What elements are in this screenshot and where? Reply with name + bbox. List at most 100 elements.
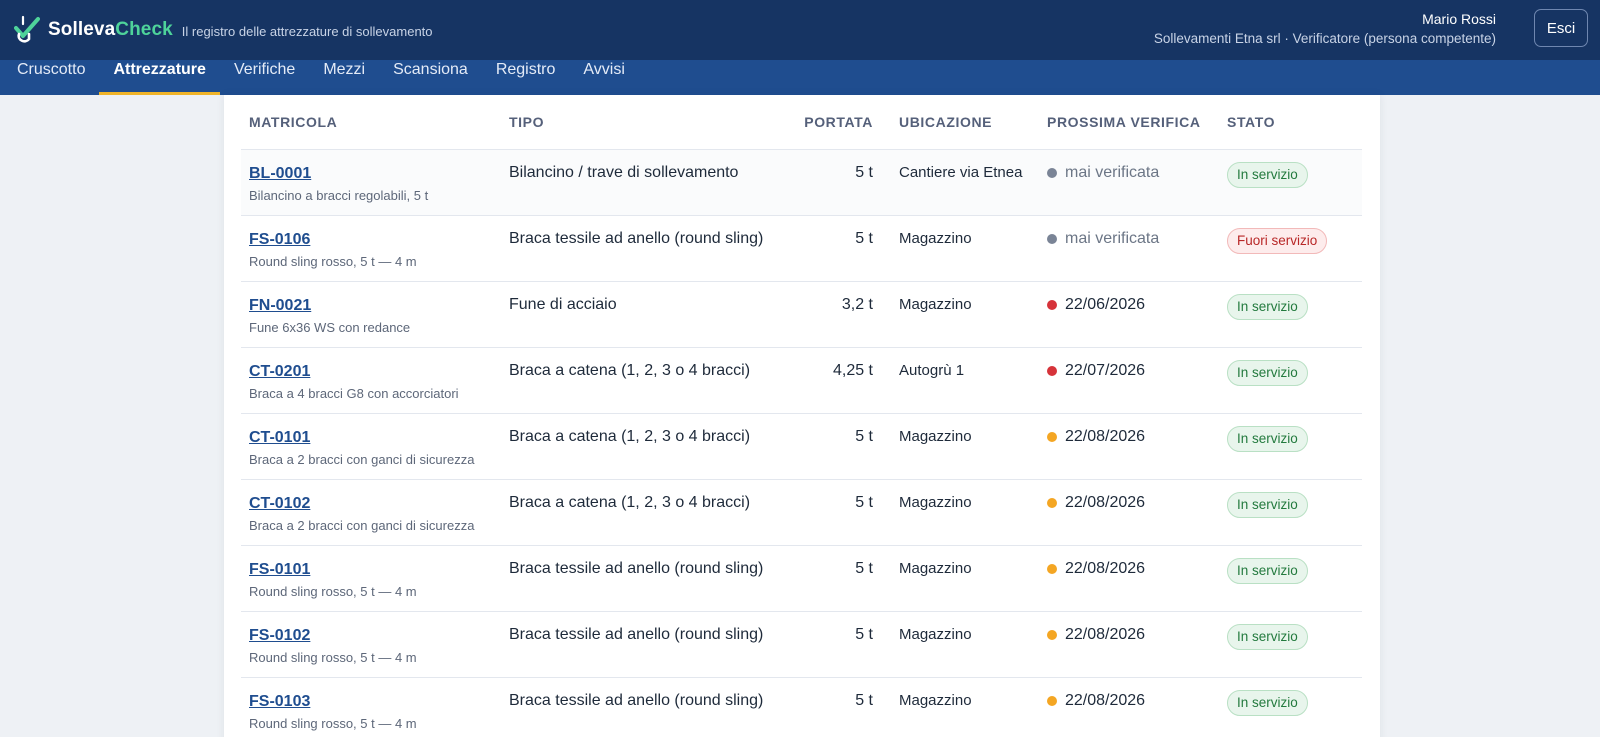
table-row[interactable]: CT-0201 Braca a 4 bracci G8 con accorcia… (241, 347, 1362, 414)
nav-item-attrezzature[interactable]: Attrezzature (99, 60, 221, 95)
equipment-capacity: 5 t (791, 611, 891, 678)
equipment-code-link[interactable]: FS-0106 (249, 230, 501, 250)
nav-item-avvisi[interactable]: Avvisi (569, 60, 639, 95)
equipment-description: Braca a 4 bracci G8 con accorciatori (249, 385, 459, 401)
table-row[interactable]: FS-0106 Round sling rosso, 5 t — 4 m Bra… (241, 215, 1362, 282)
column-header-portata[interactable]: PORTATA (791, 95, 891, 150)
equipment-type: Braca a catena (1, 2, 3 o 4 bracci) (501, 347, 791, 414)
checkmark-hook-logo-icon (14, 15, 40, 43)
equipment-code-link[interactable]: FS-0102 (249, 626, 501, 646)
brand[interactable]: SollevaCheck Il registro delle attrezzat… (14, 15, 433, 45)
status-dot-icon (1047, 233, 1057, 244)
equipment-type: Bilancino / trave di sollevamento (501, 149, 791, 216)
equipment-location: Magazzino (891, 479, 1039, 546)
equipment-description: Braca a 2 bracci con ganci di sicurezza (249, 517, 475, 533)
next-inspection-date: 22/06/2026 (1065, 295, 1146, 313)
next-inspection: 22/08/2026 (1047, 494, 1219, 512)
status-dot-icon (1047, 167, 1057, 178)
next-inspection-date: 22/08/2026 (1065, 559, 1146, 577)
equipment-description: Round sling rosso, 5 t — 4 m (249, 649, 417, 665)
column-header-tipo[interactable]: TIPO (501, 95, 791, 150)
status-badge: In servizio (1227, 557, 1308, 584)
table-row[interactable]: FS-0102 Round sling rosso, 5 t — 4 m Bra… (241, 611, 1362, 678)
status-badge: In servizio (1227, 491, 1308, 518)
equipment-location: Magazzino (891, 215, 1039, 282)
table-header-row: MATRICOLA TIPO PORTATA UBICAZIONE PROSSI… (241, 95, 1362, 150)
user-org-role: Sollevamenti Etna srl · Verificatore (pe… (1153, 31, 1496, 46)
nav-item-scansiona[interactable]: Scansiona (379, 60, 482, 95)
main-nav: Cruscotto Attrezzature Verifiche Mezzi S… (0, 60, 1600, 95)
status-dot-icon (1047, 629, 1057, 640)
table-row[interactable]: FS-0103 Round sling rosso, 5 t — 4 m Bra… (241, 677, 1362, 737)
equipment-description: Round sling rosso, 5 t — 4 m (249, 583, 417, 599)
equipment-code-link[interactable]: FS-0101 (249, 560, 501, 580)
nav-item-mezzi[interactable]: Mezzi (309, 60, 379, 95)
brand-name: SollevaCheck (48, 19, 173, 40)
equipment-code-link[interactable]: FS-0103 (249, 692, 501, 712)
status-dot-icon (1047, 299, 1057, 310)
equipment-type: Braca a catena (1, 2, 3 o 4 bracci) (501, 413, 791, 480)
equipment-description: Round sling rosso, 5 t — 4 m (249, 253, 417, 269)
equipment-card: MATRICOLA TIPO PORTATA UBICAZIONE PROSSI… (224, 95, 1380, 737)
user-info: Mario Rossi Sollevamenti Etna srl · Veri… (1154, 10, 1496, 48)
equipment-capacity: 5 t (791, 215, 891, 282)
status-badge: Fuori servizio (1227, 227, 1328, 254)
status-badge: In servizio (1227, 293, 1308, 320)
table-row[interactable]: FS-0101 Round sling rosso, 5 t — 4 m Bra… (241, 545, 1362, 612)
equipment-code-link[interactable]: CT-0102 (249, 494, 501, 514)
nav-item-registro[interactable]: Registro (482, 60, 570, 95)
next-inspection: mai verificata (1047, 230, 1219, 248)
table-row[interactable]: BL-0001 Bilancino a bracci regolabili, 5… (241, 149, 1362, 216)
equipment-location: Magazzino (891, 281, 1039, 348)
next-inspection-date: 22/08/2026 (1065, 427, 1146, 445)
equipment-location: Autogrù 1 (891, 347, 1039, 414)
next-inspection: 22/07/2026 (1047, 362, 1219, 380)
equipment-capacity: 5 t (791, 149, 891, 216)
next-inspection-date: 22/07/2026 (1065, 361, 1146, 379)
next-inspection: 22/08/2026 (1047, 560, 1219, 578)
equipment-location: Magazzino (891, 611, 1039, 678)
column-header-prossima-verifica[interactable]: PROSSIMA VERIFICA (1039, 95, 1219, 150)
equipment-location: Magazzino (891, 677, 1039, 737)
status-dot-icon (1047, 695, 1057, 706)
column-header-stato[interactable]: STATO (1219, 95, 1362, 150)
equipment-code-link[interactable]: CT-0201 (249, 362, 501, 382)
table-row[interactable]: CT-0101 Braca a 2 bracci con ganci di si… (241, 413, 1362, 480)
equipment-table: MATRICOLA TIPO PORTATA UBICAZIONE PROSSI… (241, 95, 1362, 737)
table-row[interactable]: CT-0102 Braca a 2 bracci con ganci di si… (241, 479, 1362, 546)
equipment-capacity: 3,2 t (791, 281, 891, 348)
equipment-type: Fune di acciaio (501, 281, 791, 348)
table-row[interactable]: FN-0021 Fune 6x36 WS con redance Fune di… (241, 281, 1362, 348)
equipment-capacity: 5 t (791, 413, 891, 480)
equipment-description: Braca a 2 bracci con ganci di sicurezza (249, 451, 475, 467)
equipment-type: Braca tessile ad anello (round sling) (501, 545, 791, 612)
equipment-type: Braca tessile ad anello (round sling) (501, 611, 791, 678)
next-inspection-date: 22/08/2026 (1065, 625, 1146, 643)
next-inspection: 22/08/2026 (1047, 626, 1219, 644)
status-badge: In servizio (1227, 161, 1308, 188)
status-badge: In servizio (1227, 623, 1308, 650)
equipment-description: Round sling rosso, 5 t — 4 m (249, 715, 417, 731)
column-header-matricola[interactable]: MATRICOLA (241, 95, 501, 150)
equipment-code-link[interactable]: BL-0001 (249, 164, 501, 184)
next-inspection: 22/06/2026 (1047, 296, 1219, 314)
equipment-capacity: 5 t (791, 677, 891, 737)
status-badge: In servizio (1227, 425, 1308, 452)
equipment-type: Braca tessile ad anello (round sling) (501, 677, 791, 737)
next-inspection-date: 22/08/2026 (1065, 493, 1146, 511)
status-dot-icon (1047, 431, 1057, 442)
status-dot-icon (1047, 365, 1057, 376)
next-inspection: 22/08/2026 (1047, 692, 1219, 710)
next-inspection-date: mai verificata (1065, 229, 1160, 247)
equipment-type: Braca tessile ad anello (round sling) (501, 215, 791, 282)
equipment-code-link[interactable]: CT-0101 (249, 428, 501, 448)
next-inspection-date: 22/08/2026 (1065, 691, 1146, 709)
status-dot-icon (1047, 497, 1057, 508)
nav-item-cruscotto[interactable]: Cruscotto (3, 60, 99, 95)
equipment-location: Magazzino (891, 413, 1039, 480)
equipment-code-link[interactable]: FN-0021 (249, 296, 501, 316)
column-header-ubicazione[interactable]: UBICAZIONE (891, 95, 1039, 150)
next-inspection-date: mai verificata (1065, 163, 1160, 181)
logout-button[interactable]: Esci (1534, 9, 1588, 47)
nav-item-verifiche[interactable]: Verifiche (220, 60, 309, 95)
